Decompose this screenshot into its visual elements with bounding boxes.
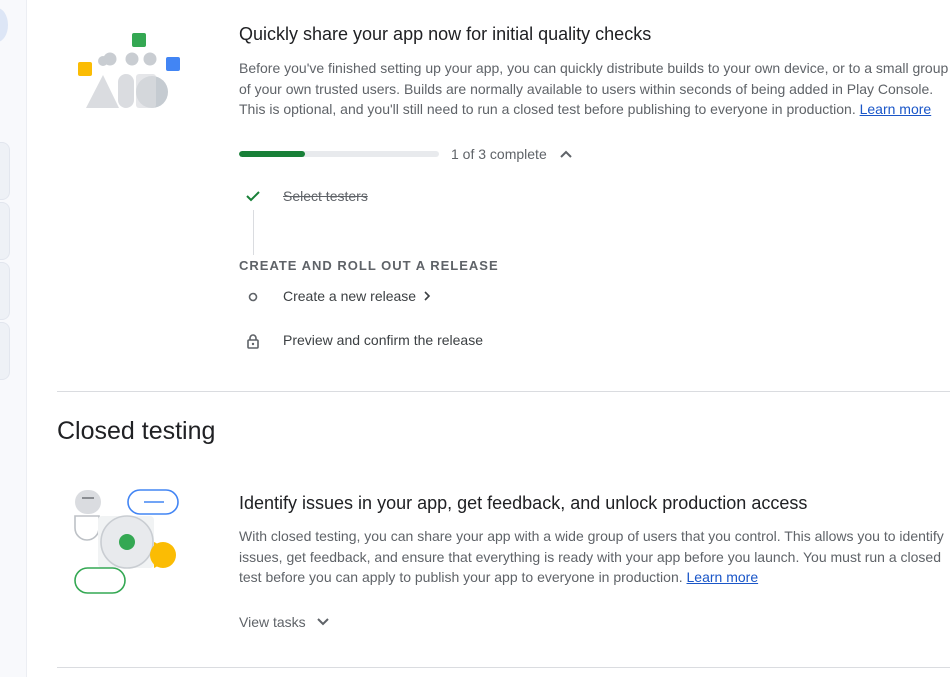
view-tasks-label: View tasks <box>239 614 306 630</box>
rail-tab[interactable] <box>0 142 10 200</box>
description-line: Before you've finished setting up your a… <box>239 60 949 76</box>
description-line: issues, get feedback, and ensure that ev… <box>239 548 941 565</box>
task-preview-release: Preview and confirm the release <box>283 332 483 348</box>
card-description: Before you've finished setting up your a… <box>239 58 950 120</box>
circle-icon <box>244 288 262 306</box>
view-tasks-button[interactable]: View tasks <box>239 612 330 632</box>
chevron-right-icon <box>424 291 431 301</box>
learn-more-link[interactable]: Learn more <box>687 569 759 585</box>
task-create-release-label: Create a new release <box>283 288 417 304</box>
chevron-down-icon <box>316 615 330 629</box>
rail-tab[interactable] <box>0 202 10 260</box>
chevron-up-icon <box>560 150 572 158</box>
learn-more-link[interactable]: Learn more <box>860 101 932 117</box>
closed-testing-illustration <box>74 489 179 594</box>
check-icon <box>244 187 262 205</box>
progress-fill <box>239 151 305 157</box>
description-line: This is optional, and you'll still need … <box>239 99 950 120</box>
rail-avatar[interactable] <box>0 8 8 42</box>
section-title: Closed testing <box>57 417 216 445</box>
task-group-heading: CREATE AND ROLL OUT A RELEASE <box>239 258 499 273</box>
progress-bar <box>239 151 439 157</box>
card-title: Identify issues in your app, get feedbac… <box>239 493 808 513</box>
section-divider <box>57 667 950 668</box>
card-title: Quickly share your app now for initial q… <box>239 24 652 44</box>
rail-tab[interactable] <box>0 322 10 380</box>
rail-tab[interactable] <box>0 262 10 320</box>
progress-text: 1 of 3 complete <box>451 146 547 162</box>
share-app-illustration <box>78 33 180 108</box>
lock-icon <box>244 332 262 350</box>
section-divider <box>57 391 950 392</box>
description-text: This is optional, and you'll still need … <box>239 101 856 117</box>
task-select-testers[interactable]: Select testers <box>283 188 368 204</box>
description-text: test before you can apply to publish you… <box>239 569 683 585</box>
card-description: With closed testing, you can share your … <box>239 526 950 588</box>
task-connector <box>253 210 254 255</box>
collapse-tasks-button[interactable] <box>557 145 575 163</box>
description-line: test before you can apply to publish you… <box>239 567 950 588</box>
left-nav-rail <box>0 0 27 677</box>
task-create-release[interactable]: Create a new release <box>283 288 431 304</box>
description-line: With closed testing, you can share your … <box>239 528 944 544</box>
progress-row: 1 of 3 complete <box>239 144 575 164</box>
description-line: of your own trusted users. Builds are no… <box>239 80 934 97</box>
